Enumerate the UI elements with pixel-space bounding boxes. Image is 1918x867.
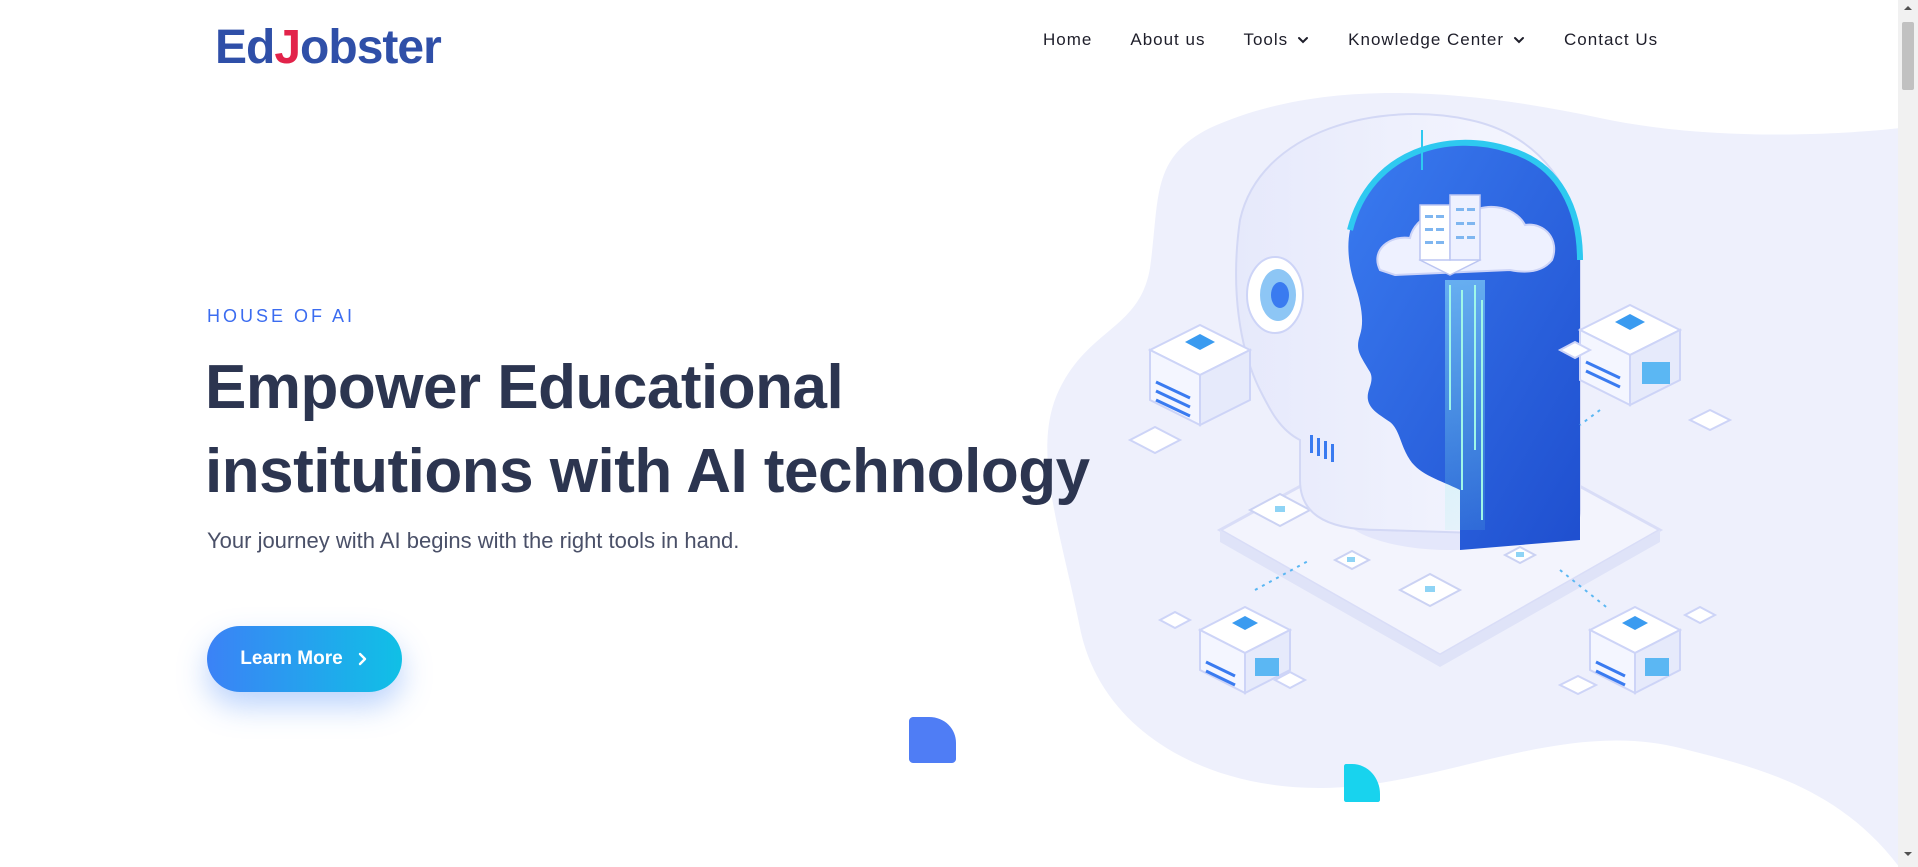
decorative-cyan-shape: [1344, 764, 1380, 802]
nav-knowledge-label: Knowledge Center: [1348, 30, 1505, 49]
nav-tools-label: Tools: [1243, 30, 1289, 49]
site-logo[interactable]: Ed J obster: [215, 14, 442, 74]
logo-text-j: J: [274, 21, 301, 74]
main-nav: Home About us Tools Knowledge Center Con…: [1043, 30, 1658, 50]
nav-home[interactable]: Home: [1043, 30, 1092, 50]
nav-contact[interactable]: Contact Us: [1564, 30, 1658, 50]
hero-subtitle: Your journey with AI begins with the rig…: [207, 528, 740, 553]
logo-text-obster: obster: [300, 21, 442, 74]
nav-tools[interactable]: Tools: [1243, 30, 1310, 50]
chevron-down-icon: [1514, 37, 1525, 44]
decorative-blue-shape: [909, 717, 956, 763]
vertical-scrollbar[interactable]: [1898, 0, 1918, 867]
nav-knowledge-center[interactable]: Knowledge Center: [1348, 30, 1526, 50]
ai-head-illustration: [1127, 113, 1733, 696]
scroll-down-arrow-icon[interactable]: [1902, 848, 1914, 860]
nav-contact-label: Contact Us: [1564, 30, 1659, 49]
chevron-right-icon: [358, 652, 366, 666]
hero-headline: Empower Educational institutions with AI…: [205, 346, 1105, 514]
logo-text-ed: Ed: [215, 21, 275, 74]
learn-more-button[interactable]: Learn More: [207, 626, 402, 692]
nav-home-label: Home: [1043, 30, 1093, 49]
scroll-up-arrow-icon[interactable]: [1902, 2, 1914, 14]
scrollbar-thumb[interactable]: [1902, 22, 1914, 90]
learn-more-label: Learn More: [240, 648, 343, 669]
nav-about[interactable]: About us: [1130, 30, 1205, 50]
nav-about-label: About us: [1130, 30, 1206, 49]
headline-line-2: institutions with AI technology: [205, 437, 1090, 506]
chevron-down-icon: [1298, 37, 1309, 44]
page: Ed J obster Home About us Tools Knowledg…: [0, 0, 1898, 867]
hero-eyebrow: HOUSE OF AI: [207, 306, 356, 326]
headline-line-1: Empower Educational: [205, 353, 844, 422]
